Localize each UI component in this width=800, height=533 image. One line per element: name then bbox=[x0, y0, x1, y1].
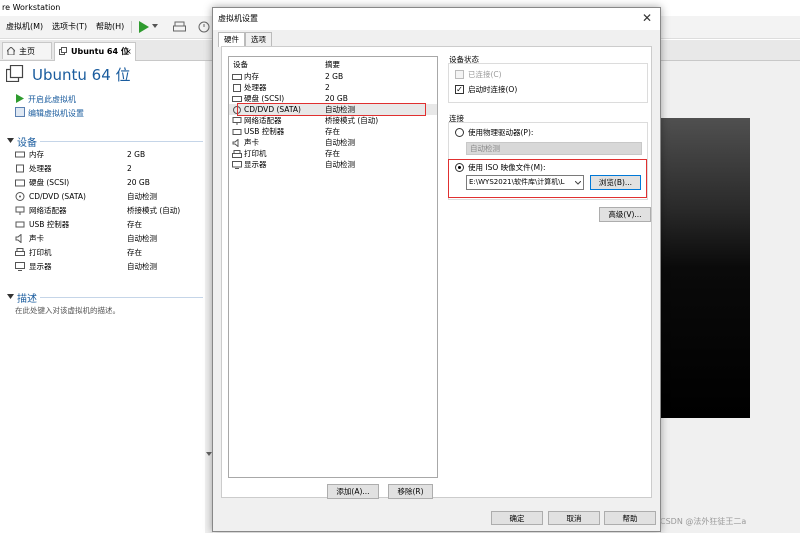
divider bbox=[40, 141, 203, 142]
cpu-icon bbox=[232, 84, 242, 92]
highlight-box-cd-dvd bbox=[237, 103, 426, 116]
sound-icon bbox=[15, 234, 25, 243]
display-icon bbox=[232, 161, 242, 169]
memory-icon bbox=[15, 150, 25, 159]
printer-icon bbox=[232, 150, 242, 158]
cancel-button[interactable]: 取消 bbox=[548, 511, 600, 525]
vm-settings-dialog: 虚拟机设置 ✕ 硬件 选项 设备 摘要 内存 2 GB 处理器 2 硬盘 (SCSI… bbox=[212, 7, 661, 532]
usb-icon bbox=[232, 128, 242, 136]
tab-home[interactable]: 主页 bbox=[2, 42, 52, 59]
printer-toolbar-icon[interactable] bbox=[173, 21, 186, 33]
clock-icon[interactable] bbox=[198, 21, 210, 33]
power-on-link[interactable]: 开启此虚拟机 bbox=[28, 94, 76, 105]
home-icon bbox=[7, 47, 15, 55]
tab-hardware[interactable]: 硬件 bbox=[218, 32, 245, 47]
column-header-summary: 摘要 bbox=[325, 60, 340, 69]
list-item-printer[interactable]: 打印机 存在 bbox=[229, 148, 437, 159]
tab-options[interactable]: 选项 bbox=[245, 32, 272, 46]
usb-icon bbox=[15, 220, 25, 229]
list-item-memory[interactable]: 内存 2 GB bbox=[229, 71, 437, 82]
watermark: CSDN @法外狂徒王二a bbox=[660, 517, 747, 526]
list-item-network[interactable]: 网络适配器 桥接模式 (自动) bbox=[229, 115, 437, 126]
edit-settings-icon bbox=[15, 107, 25, 117]
help-button[interactable]: 帮助 bbox=[604, 511, 656, 525]
add-button[interactable]: 添加(A)... bbox=[327, 484, 379, 499]
device-row-usb[interactable]: USB 控制器 存在 bbox=[15, 218, 205, 231]
hardware-panel: 设备 摘要 内存 2 GB 处理器 2 硬盘 (SCSI) 20 GB CD/DVD … bbox=[221, 46, 652, 499]
list-item-sound[interactable]: 声卡 自动检测 bbox=[229, 137, 437, 148]
menu-vm[interactable]: 虚拟机(M) bbox=[6, 16, 43, 38]
physical-drive-select[interactable]: 自动检测 bbox=[466, 142, 642, 155]
play-icon[interactable] bbox=[138, 20, 150, 34]
tab-home-label: 主页 bbox=[19, 47, 35, 56]
vm-large-icon bbox=[6, 65, 24, 82]
remove-button[interactable]: 移除(R) bbox=[388, 484, 433, 499]
power-on-icon bbox=[16, 94, 24, 103]
tab-ubuntu[interactable]: Ubuntu 64 位 × bbox=[54, 42, 136, 61]
sound-icon bbox=[232, 139, 242, 147]
memory-icon bbox=[232, 73, 242, 81]
physical-drive-label: 使用物理驱动器(P): bbox=[468, 128, 534, 137]
device-row-display[interactable]: 显示器 自动检测 bbox=[15, 260, 205, 273]
advanced-button[interactable]: 高级(V)... bbox=[599, 207, 651, 222]
connected-label: 已连接(C) bbox=[468, 70, 502, 79]
list-item-usb[interactable]: USB 控制器 存在 bbox=[229, 126, 437, 137]
ok-button[interactable]: 确定 bbox=[491, 511, 543, 525]
connect-on-power-label: 启动时连接(O) bbox=[468, 85, 518, 94]
list-item-display[interactable]: 显示器 自动检测 bbox=[229, 159, 437, 170]
device-row-network[interactable]: 网络适配器 桥接模式 (自动) bbox=[15, 204, 205, 217]
description-header: 描述 bbox=[17, 294, 37, 305]
device-list: 设备 摘要 内存 2 GB 处理器 2 硬盘 (SCSI) 20 GB CD/DVD … bbox=[228, 56, 438, 478]
close-icon[interactable]: ✕ bbox=[640, 11, 654, 25]
chevron-down-icon[interactable] bbox=[152, 24, 158, 29]
description-placeholder[interactable]: 在此处键入对该虚拟机的描述。 bbox=[15, 305, 120, 316]
divider bbox=[40, 297, 203, 298]
dialog-title: 虚拟机设置 bbox=[213, 8, 660, 30]
display-icon bbox=[15, 262, 25, 271]
collapse-description-icon[interactable] bbox=[7, 294, 14, 299]
physical-drive-radio[interactable] bbox=[455, 128, 464, 137]
device-row-printer[interactable]: 打印机 存在 bbox=[15, 246, 205, 259]
tab-ubuntu-label: Ubuntu 64 位 bbox=[71, 47, 129, 56]
vm-title: Ubuntu 64 位 bbox=[32, 66, 131, 84]
devices-header: 设备 bbox=[17, 138, 37, 149]
cd-dvd-icon bbox=[15, 192, 25, 201]
device-status-group: 已连接(C) ✓ 启动时连接(O) bbox=[448, 63, 648, 103]
connected-checkbox[interactable] bbox=[455, 70, 464, 79]
cpu-icon bbox=[15, 164, 25, 173]
vm-icon bbox=[59, 47, 67, 55]
network-icon bbox=[15, 206, 25, 215]
network-icon bbox=[232, 117, 242, 125]
connect-on-power-checkbox[interactable]: ✓ bbox=[455, 85, 464, 94]
list-item-cpu[interactable]: 处理器 2 bbox=[229, 82, 437, 93]
device-row-hard-disk[interactable]: 硬盘 (SCSI) 20 GB bbox=[15, 176, 205, 189]
edit-settings-link[interactable]: 编辑虚拟机设置 bbox=[28, 108, 84, 119]
hard-disk-icon bbox=[15, 178, 25, 187]
column-header-device: 设备 bbox=[233, 60, 248, 69]
close-icon[interactable]: × bbox=[125, 43, 132, 60]
device-row-sound[interactable]: 声卡 自动检测 bbox=[15, 232, 205, 245]
menu-tabs[interactable]: 选项卡(T) bbox=[52, 16, 87, 38]
hard-disk-icon bbox=[232, 95, 242, 103]
highlight-box-iso bbox=[448, 159, 647, 198]
device-row-cpu[interactable]: 处理器 2 bbox=[15, 162, 205, 175]
printer-icon bbox=[15, 248, 25, 257]
separator bbox=[131, 21, 132, 33]
device-row-memory[interactable]: 内存 2 GB bbox=[15, 148, 205, 161]
collapse-devices-icon[interactable] bbox=[7, 138, 14, 143]
vm-screen-preview[interactable] bbox=[650, 118, 750, 418]
menu-help[interactable]: 帮助(H) bbox=[96, 16, 124, 38]
device-row-cd-dvd[interactable]: CD/DVD (SATA) 自动检测 bbox=[15, 190, 205, 203]
